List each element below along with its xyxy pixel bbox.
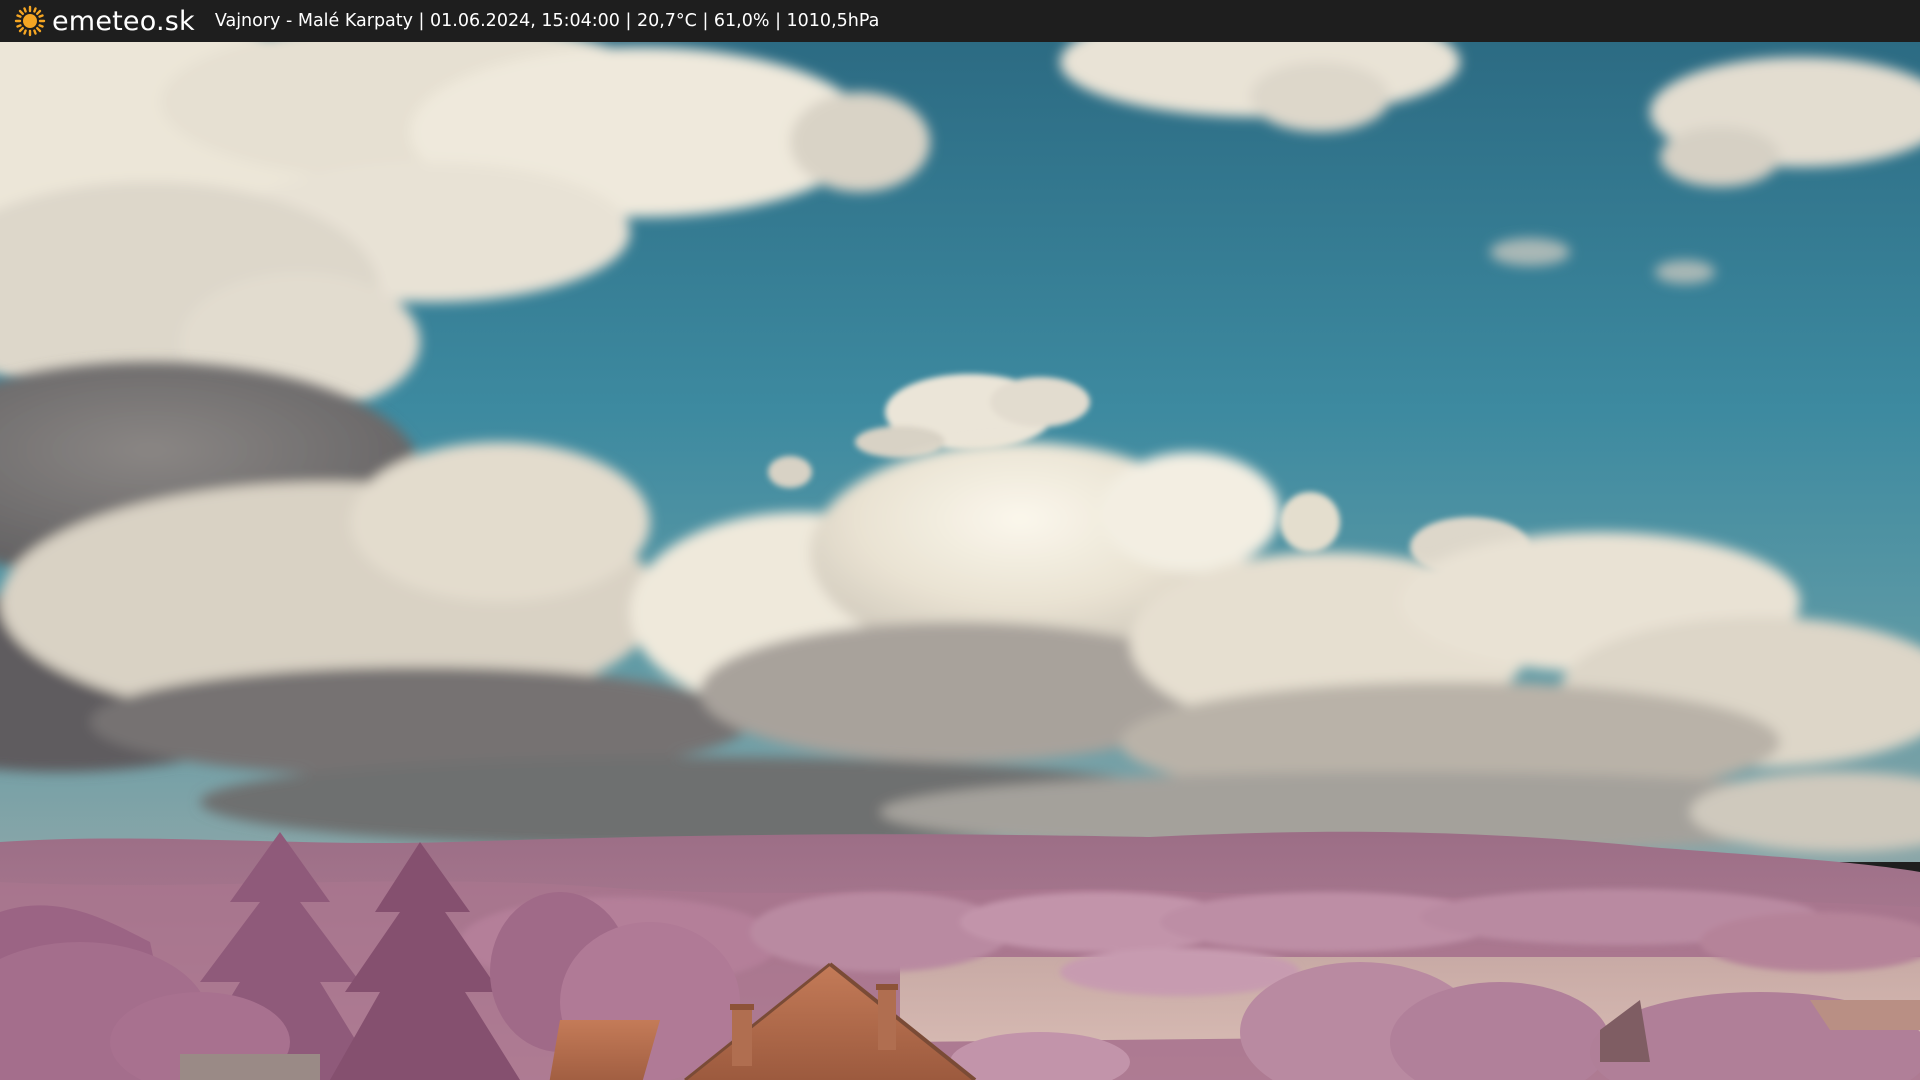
webcam-image	[0, 42, 1920, 1080]
sun-icon	[14, 5, 46, 37]
webcam-caption: Vajnory - Malé Karpaty | 01.06.2024, 15:…	[214, 11, 880, 31]
webcam-scene	[0, 42, 1920, 1080]
emeteo-logo[interactable]: emeteo.sk	[14, 0, 195, 42]
logo-text: emeteo.sk	[52, 5, 195, 37]
top-bar: emeteo.sk Vajnory - Malé Karpaty | 01.06…	[0, 0, 1920, 42]
